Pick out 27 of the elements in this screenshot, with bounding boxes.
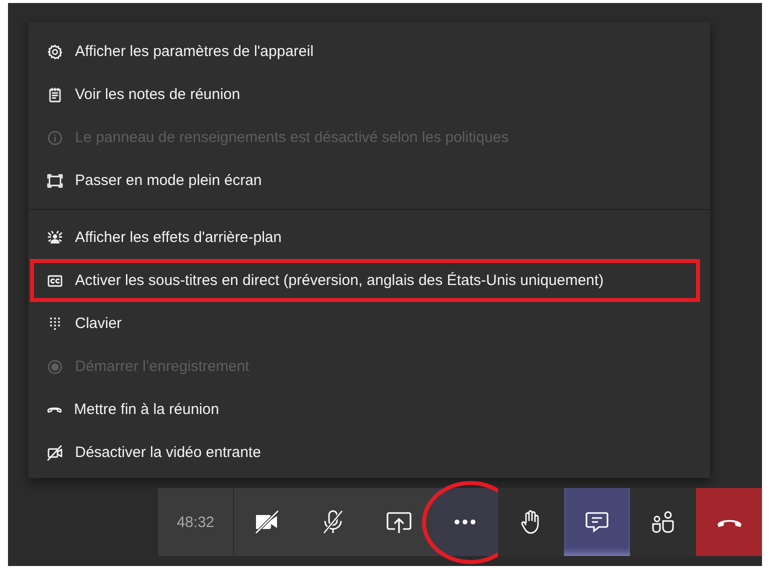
closed-captions-icon: [47, 272, 63, 288]
phone-icon: [47, 406, 62, 413]
gear-icon: [47, 44, 63, 60]
menu-item[interactable]: Activer les sous-titres en direct (préversion, anglais des États-Unis uniquement): [30, 259, 700, 302]
fullscreen-icon: [47, 172, 63, 188]
notepad-icon: [47, 86, 63, 102]
menu-item[interactable]: Passer en mode plein écran: [28, 159, 710, 202]
keypad-icon: [47, 316, 63, 332]
hang-up-icon: [716, 518, 742, 526]
info-icon: [47, 130, 63, 146]
record-icon: [47, 358, 63, 374]
menu-item[interactable]: Clavier: [28, 302, 710, 345]
menu-item[interactable]: Afficher les effets d'arrière-plan: [28, 216, 710, 259]
chat-button[interactable]: [564, 488, 630, 556]
menu-item[interactable]: Afficher les paramètres de l'appareil: [28, 30, 710, 73]
background-effects-icon: [47, 230, 63, 246]
more-options-icon: [454, 519, 476, 525]
call-timer: 48:32: [158, 488, 233, 556]
video-off-icon: [47, 444, 63, 460]
menu-item[interactable]: Voir les notes de réunion: [28, 73, 710, 116]
menu-item[interactable]: Désactiver la vidéo entrante: [28, 431, 710, 474]
menu-item[interactable]: Mettre fin à la réunion: [28, 388, 710, 431]
participants-button[interactable]: [630, 488, 696, 556]
share-button[interactable]: [366, 488, 432, 556]
camera-off-icon: [253, 508, 281, 536]
camera-button[interactable]: [234, 488, 300, 556]
raise-hand-button[interactable]: [498, 488, 564, 556]
